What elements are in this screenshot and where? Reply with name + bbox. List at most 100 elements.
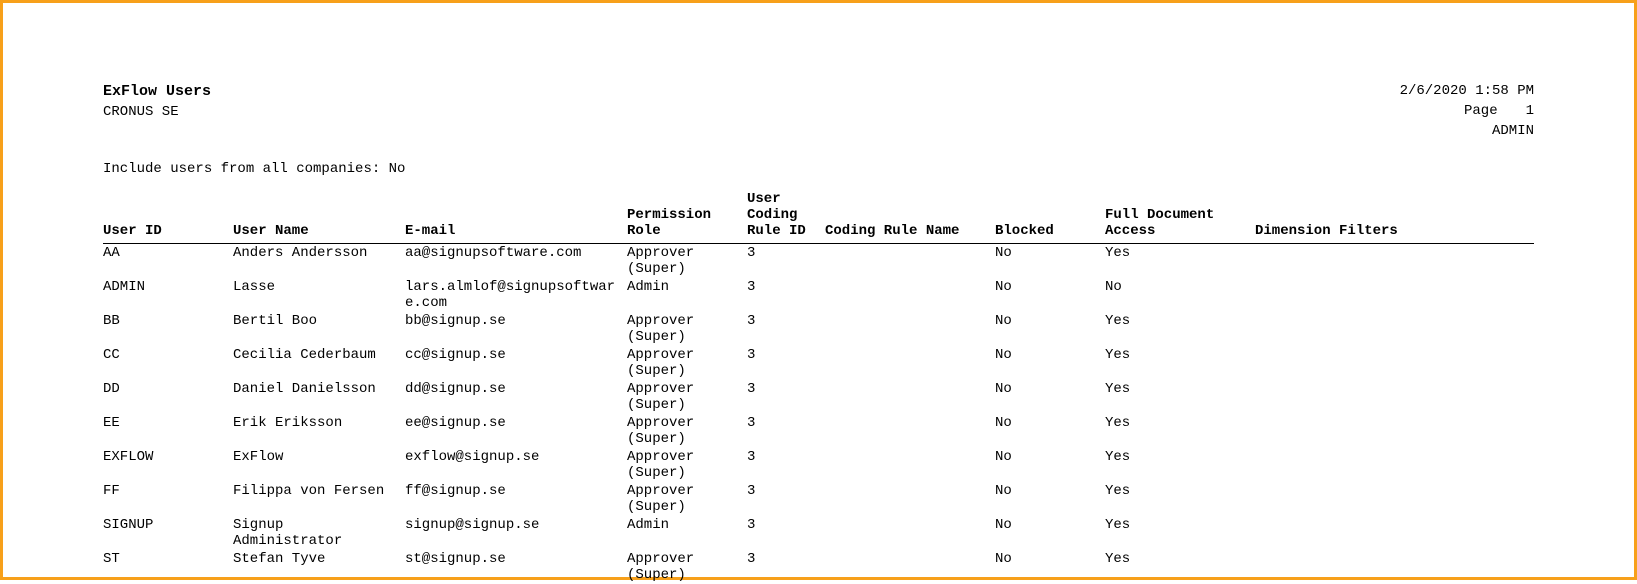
- cell-blocked: No: [995, 482, 1105, 516]
- cell-email: st@signup.se: [405, 550, 627, 584]
- cell-blocked: No: [995, 448, 1105, 482]
- cell-rule-name: [825, 414, 995, 448]
- col-header-user-id: User ID: [103, 191, 233, 244]
- cell-rule-id: 3: [747, 312, 825, 346]
- report-timestamp: 2/6/2020 1:58 PM: [1400, 83, 1534, 99]
- cell-permission-role: Approver (Super): [627, 448, 747, 482]
- cell-dim: [1255, 482, 1534, 516]
- table-body: AAAnders Anderssonaa@signupsoftware.comA…: [103, 244, 1534, 584]
- cell-permission-role: Approver (Super): [627, 244, 747, 279]
- cell-rule-name: [825, 448, 995, 482]
- cell-rule-name: [825, 482, 995, 516]
- cell-permission-role: Approver (Super): [627, 482, 747, 516]
- cell-full-doc: Yes: [1105, 414, 1255, 448]
- cell-blocked: No: [995, 380, 1105, 414]
- cell-full-doc: Yes: [1105, 550, 1255, 584]
- cell-dim: [1255, 312, 1534, 346]
- cell-email: bb@signup.se: [405, 312, 627, 346]
- company-name: CRONUS SE: [103, 104, 211, 120]
- header-left: ExFlow Users CRONUS SE: [103, 83, 211, 120]
- cell-blocked: No: [995, 312, 1105, 346]
- cell-rule-id: 3: [747, 516, 825, 550]
- cell-dim: [1255, 278, 1534, 312]
- cell-blocked: No: [995, 414, 1105, 448]
- table-row: AAAnders Anderssonaa@signupsoftware.comA…: [103, 244, 1534, 279]
- col-header-full-document-access: Full Document Access: [1105, 191, 1255, 244]
- cell-user-id: EE: [103, 414, 233, 448]
- col-header-email: E-mail: [405, 191, 627, 244]
- table-row: SIGNUPSignup Administratorsignup@signup.…: [103, 516, 1534, 550]
- page-number-value: 1: [1506, 103, 1534, 119]
- cell-dim: [1255, 516, 1534, 550]
- cell-dim: [1255, 448, 1534, 482]
- table-row: DDDaniel Danielssondd@signup.seApprover …: [103, 380, 1534, 414]
- header-right: 2/6/2020 1:58 PM Page 1 ADMIN: [1400, 83, 1534, 139]
- col-header-user-name: User Name: [233, 191, 405, 244]
- table-row: BBBertil Boobb@signup.seApprover (Super)…: [103, 312, 1534, 346]
- cell-permission-role: Approver (Super): [627, 346, 747, 380]
- page-number: Page 1: [1464, 103, 1534, 119]
- cell-rule-name: [825, 244, 995, 279]
- cell-rule-name: [825, 550, 995, 584]
- cell-permission-role: Admin: [627, 516, 747, 550]
- col-header-permission-role: Permission Role: [627, 191, 747, 244]
- cell-blocked: No: [995, 516, 1105, 550]
- cell-rule-id: 3: [747, 278, 825, 312]
- cell-rule-id: 3: [747, 244, 825, 279]
- cell-email: cc@signup.se: [405, 346, 627, 380]
- cell-dim: [1255, 346, 1534, 380]
- cell-email: signup@signup.se: [405, 516, 627, 550]
- cell-email: dd@signup.se: [405, 380, 627, 414]
- cell-full-doc: Yes: [1105, 482, 1255, 516]
- table-row: STStefan Tyvest@signup.seApprover (Super…: [103, 550, 1534, 584]
- cell-full-doc: Yes: [1105, 516, 1255, 550]
- report-page: ExFlow Users CRONUS SE 2/6/2020 1:58 PM …: [0, 0, 1637, 580]
- cell-user-id: AA: [103, 244, 233, 279]
- cell-full-doc: Yes: [1105, 380, 1255, 414]
- cell-dim: [1255, 550, 1534, 584]
- cell-rule-id: 3: [747, 346, 825, 380]
- cell-email: exflow@signup.se: [405, 448, 627, 482]
- cell-user-name: Bertil Boo: [233, 312, 405, 346]
- cell-email: aa@signupsoftware.com: [405, 244, 627, 279]
- cell-blocked: No: [995, 278, 1105, 312]
- cell-user-name: ExFlow: [233, 448, 405, 482]
- users-table: User ID User Name E-mail Permission Role…: [103, 191, 1534, 584]
- cell-user-id: CC: [103, 346, 233, 380]
- cell-user-id: ADMIN: [103, 278, 233, 312]
- cell-blocked: No: [995, 346, 1105, 380]
- cell-dim: [1255, 380, 1534, 414]
- cell-user-id: DD: [103, 380, 233, 414]
- filter-label: Include users from all companies:: [103, 161, 380, 177]
- cell-user-id: FF: [103, 482, 233, 516]
- filter-value: No: [389, 161, 406, 177]
- cell-permission-role: Approver (Super): [627, 414, 747, 448]
- cell-full-doc: Yes: [1105, 346, 1255, 380]
- table-row: ADMINLasselars.almlof@signupsoftware.com…: [103, 278, 1534, 312]
- report-title: ExFlow Users: [103, 83, 211, 100]
- cell-rule-name: [825, 346, 995, 380]
- cell-user-name: Filippa von Fersen: [233, 482, 405, 516]
- table-header-row: User ID User Name E-mail Permission Role…: [103, 191, 1534, 244]
- cell-rule-id: 3: [747, 550, 825, 584]
- cell-user-name: Cecilia Cederbaum: [233, 346, 405, 380]
- cell-full-doc: No: [1105, 278, 1255, 312]
- cell-user-name: Erik Eriksson: [233, 414, 405, 448]
- page-label: Page: [1464, 103, 1498, 119]
- cell-user-id: EXFLOW: [103, 448, 233, 482]
- table-row: FFFilippa von Fersenff@signup.seApprover…: [103, 482, 1534, 516]
- cell-permission-role: Approver (Super): [627, 550, 747, 584]
- cell-user-id: BB: [103, 312, 233, 346]
- cell-full-doc: Yes: [1105, 244, 1255, 279]
- cell-dim: [1255, 414, 1534, 448]
- cell-rule-name: [825, 516, 995, 550]
- cell-user-id: ST: [103, 550, 233, 584]
- table-row: CCCecilia Cederbaumcc@signup.seApprover …: [103, 346, 1534, 380]
- cell-blocked: No: [995, 244, 1105, 279]
- cell-user-name: Lasse: [233, 278, 405, 312]
- cell-permission-role: Approver (Super): [627, 380, 747, 414]
- cell-user-name: Stefan Tyve: [233, 550, 405, 584]
- report-header: ExFlow Users CRONUS SE 2/6/2020 1:58 PM …: [103, 83, 1534, 139]
- cell-rule-id: 3: [747, 448, 825, 482]
- cell-permission-role: Approver (Super): [627, 312, 747, 346]
